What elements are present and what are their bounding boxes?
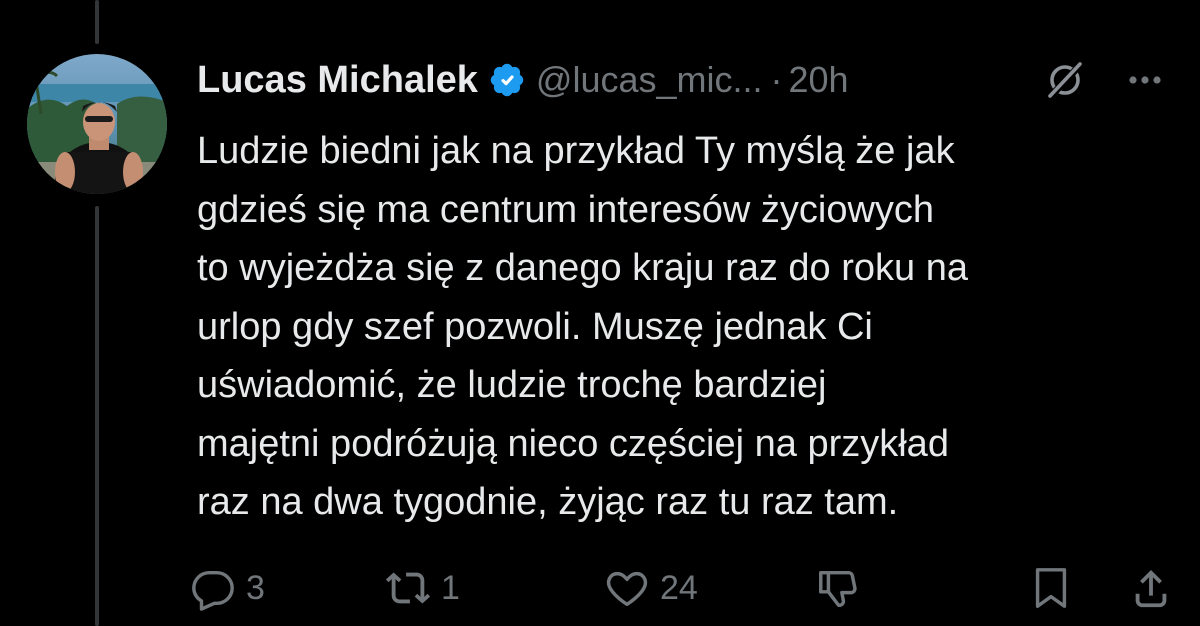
verified-badge-icon[interactable] [488,61,526,99]
heart-icon [606,571,648,607]
like-button[interactable]: 24 [604,562,698,614]
user-handle[interactable]: @lucas_mic... [536,59,763,101]
retweet-count: 1 [441,568,460,607]
avatar-image [27,54,167,194]
downvote-button[interactable] [815,562,861,614]
tweet-actions: 3 1 24 [190,562,1190,614]
reply-count: 3 [246,568,265,607]
timestamp[interactable]: 20h [789,59,849,101]
bookmark-button[interactable] [1028,562,1074,614]
separator-dot: · [770,59,783,100]
display-name[interactable]: Lucas Michalek [197,59,478,102]
retweet-icon [385,572,431,604]
retweet-button[interactable]: 1 [385,562,460,614]
thread-connector-top [95,0,99,44]
tweet-header: Lucas Michalek @lucas_mic... · 20h [197,52,1170,108]
more-icon[interactable] [1125,62,1165,98]
reply-icon [192,570,234,611]
grok-icon[interactable] [1043,58,1087,102]
bookmark-icon [1035,568,1067,608]
tweet-text: Ludzie biedni jak na przykład Ty myślą ż… [197,130,968,523]
thread-connector-bottom [95,206,99,626]
downvote-icon [819,570,857,607]
share-icon [1135,569,1167,608]
avatar[interactable] [27,54,167,194]
reply-button[interactable]: 3 [190,562,265,614]
share-button[interactable] [1128,562,1174,614]
like-count: 24 [660,568,698,607]
